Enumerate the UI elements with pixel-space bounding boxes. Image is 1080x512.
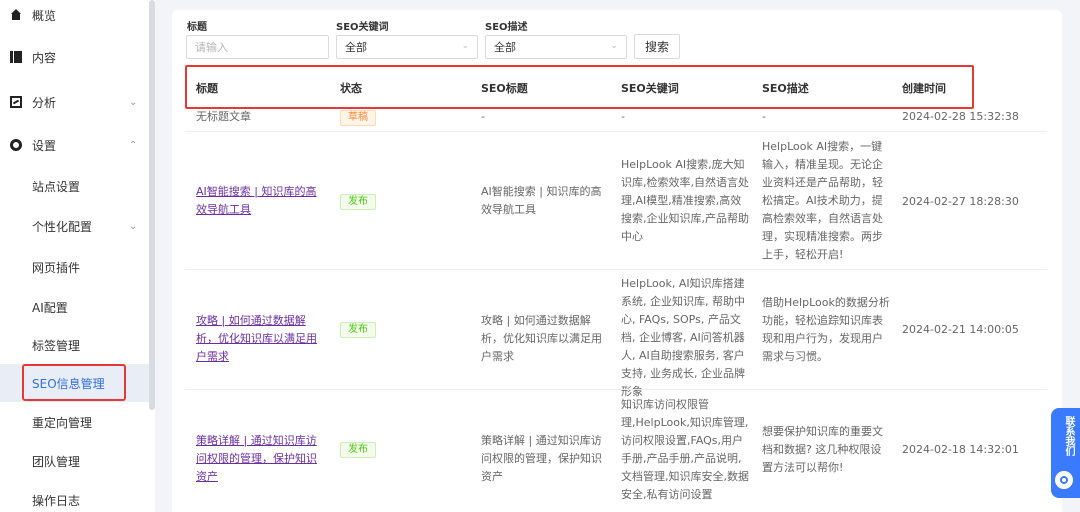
row-seo-keywords: HelpLook AI搜索,庞大知识库,检索效率,自然语言处理,AI模型,精准搜… [621, 158, 749, 243]
row-title: 无标题文章 [196, 110, 251, 123]
sidebar-item-label: 内容 [32, 50, 57, 65]
sidebar-item-label: 操作日志 [32, 493, 81, 508]
chevron-down-icon: ⌄ [610, 41, 618, 51]
status-badge: 草稿 [340, 110, 376, 126]
sidebar-item-tag-management[interactable]: 标签管理 [0, 326, 149, 364]
row-seo-keywords: 知识库访问权限管理,HelpLook,知识库管理,访问权限设置,FAQs,用户手… [621, 398, 749, 501]
row-title-link[interactable]: 攻略 | 如何通过数据解析，优化知识库以满足用户需求 [196, 312, 322, 366]
desc-filter-label: SEO描述 [485, 22, 528, 33]
row-divider [185, 131, 1047, 132]
highlight-box [22, 364, 126, 401]
row-seo-title: 攻略 | 如何通过数据解析，优化知识库以满足用户需求 [481, 314, 602, 363]
status-badge: 发布 [340, 194, 376, 210]
search-button[interactable]: 搜索 [634, 34, 680, 59]
column-header-seo-keywords: SEO关键词 [621, 82, 679, 95]
seo-management-panel: 标题 请输入 SEO关键词 全部 ⌄ SEO描述 全部 ⌄ 搜索 标题 状态 S… [172, 10, 1062, 512]
chat-icon [1055, 471, 1073, 489]
sidebar-item-overview[interactable]: 概览 [0, 0, 149, 34]
row-title-link[interactable]: 策略详解 | 通过知识库访问权限的管理，保护知识资产 [196, 432, 322, 486]
row-seo-desc: 借助HelpLook的数据分析功能，轻松追踪知识库表现和用户行为，发现用户需求与… [762, 296, 890, 363]
column-header-seo-desc: SEO描述 [762, 82, 809, 95]
sidebar-item-analytics[interactable]: 分析 ⌄ [0, 83, 149, 121]
column-header-created: 创建时间 [902, 82, 946, 95]
row-divider [185, 389, 1047, 390]
chart-icon [10, 96, 22, 108]
sidebar-item-label: 设置 [32, 138, 57, 153]
gear-icon [10, 139, 22, 151]
column-header-title: 标题 [196, 82, 218, 95]
row-seo-title: - [481, 110, 485, 123]
status-badge: 发布 [340, 442, 376, 458]
sidebar-item-label: 团队管理 [32, 454, 81, 469]
chevron-up-icon: ⌃ [129, 139, 138, 151]
sidebar-item-label: 网页插件 [32, 260, 81, 275]
contact-us-label: 联系我们 [1063, 416, 1074, 456]
sidebar: 概览 内容 分析 ⌄ 设置 ⌃ 站点设置 个性化配置 ⌄ 网页插件 AI配置 标… [0, 0, 155, 512]
sidebar-item-ai-config[interactable]: AI配置 [0, 288, 149, 326]
sidebar-item-operation-log[interactable]: 操作日志 [0, 481, 149, 512]
row-created: 2024-02-21 14:00:05 [902, 323, 1019, 336]
chevron-down-icon: ⌄ [129, 96, 138, 108]
chevron-down-icon: ⌄ [461, 41, 469, 51]
desc-filter-select[interactable]: 全部 ⌄ [485, 35, 627, 59]
sidebar-item-team-management[interactable]: 团队管理 [0, 442, 149, 480]
sidebar-scrollbar[interactable] [149, 0, 155, 410]
row-seo-keywords: HelpLook, AI知识库搭建系统, 企业知识库, 帮助中心, FAQs, … [621, 277, 745, 398]
title-filter-input[interactable]: 请输入 [186, 35, 329, 59]
sidebar-item-personalization[interactable]: 个性化配置 ⌄ [0, 207, 149, 245]
content-icon [10, 51, 22, 63]
row-created: 2024-02-27 18:28:30 [902, 195, 1019, 208]
column-header-seo-title: SEO标题 [481, 82, 528, 95]
sidebar-item-label: 重定向管理 [32, 415, 93, 430]
row-seo-desc: 想要保护知识库的重要文档和数据? 这几种权限设置方法可以帮你! [762, 425, 883, 474]
desc-filter-value: 全部 [494, 41, 516, 54]
keyword-filter-select[interactable]: 全部 ⌄ [336, 35, 478, 59]
contact-us-widget[interactable]: 联系我们 [1051, 408, 1080, 498]
row-seo-desc: - [762, 110, 766, 123]
home-icon [10, 9, 22, 21]
chevron-down-icon: ⌄ [129, 220, 138, 232]
column-header-status: 状态 [340, 82, 362, 95]
row-seo-keywords: - [621, 110, 625, 123]
status-badge: 发布 [340, 322, 376, 338]
sidebar-item-label: 站点设置 [32, 179, 81, 194]
keyword-filter-value: 全部 [345, 41, 367, 54]
row-seo-title: AI智能搜索 | 知识库的高效导航工具 [481, 185, 602, 216]
title-filter-label: 标题 [187, 22, 207, 33]
sidebar-item-label: 个性化配置 [32, 219, 93, 234]
row-divider [185, 269, 1047, 270]
row-seo-desc: HelpLook AI搜索，一键输入，精准呈现。无论企业资料还是产品帮助，轻松搞… [762, 140, 883, 261]
sidebar-item-web-plugin[interactable]: 网页插件 [0, 248, 149, 286]
sidebar-item-redirect-management[interactable]: 重定向管理 [0, 403, 149, 441]
sidebar-item-settings[interactable]: 设置 ⌃ [0, 126, 149, 164]
row-seo-title: 策略详解 | 通过知识库访问权限的管理，保护知识资产 [481, 434, 602, 483]
row-title-link[interactable]: AI智能搜索 | 知识库的高效导航工具 [196, 183, 322, 219]
sidebar-item-site-settings[interactable]: 站点设置 [0, 167, 149, 205]
row-created: 2024-02-28 15:32:38 [902, 110, 1019, 123]
table-header-highlight [185, 65, 974, 109]
sidebar-item-content[interactable]: 内容 [0, 38, 149, 76]
row-created: 2024-02-18 14:32:01 [902, 443, 1019, 456]
keyword-filter-label: SEO关键词 [336, 22, 389, 33]
sidebar-item-label: AI配置 [32, 300, 68, 315]
sidebar-item-label: 分析 [32, 95, 57, 110]
sidebar-item-label: 概览 [32, 8, 57, 23]
sidebar-item-label: 标签管理 [32, 338, 81, 353]
